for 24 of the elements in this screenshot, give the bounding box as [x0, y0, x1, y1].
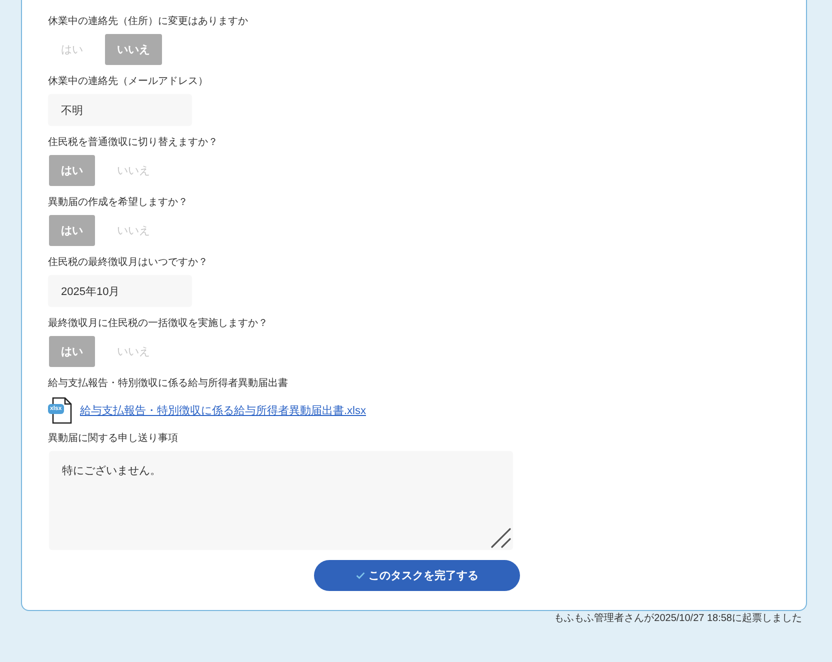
check-icon [356, 572, 364, 579]
question-label: 休業中の連絡先（住所）に変更はありますか [48, 15, 249, 29]
created-by-note: もふもふ管理者さんが2025/10/27 18:58に起票しました [553, 612, 803, 625]
question-label: 異動届に関する申し送り事項 [48, 432, 179, 446]
option-button[interactable]: はい [49, 215, 95, 246]
option-button[interactable]: はい [49, 155, 95, 186]
option-button[interactable]: いいえ [105, 336, 162, 367]
question-label: 住民税の最終徴収月はいつですか？ [48, 256, 209, 270]
question-label: 住民税を普通徴収に切り替えますか？ [48, 136, 219, 150]
question-label: 休業中の連絡先（メールアドレス） [48, 75, 209, 89]
notes-field[interactable]: 特にございません。 [49, 451, 513, 550]
option-button[interactable]: いいえ [105, 155, 162, 186]
question-label: 異動届の作成を希望しますか？ [48, 196, 189, 210]
complete-task-button[interactable]: このタスクを完了する [314, 560, 520, 591]
option-button[interactable]: いいえ [105, 34, 162, 65]
option-button[interactable]: はい [49, 336, 95, 367]
option-button[interactable]: はい [49, 34, 95, 65]
file-link[interactable]: 給与支払報告・特別徴収に係る給与所得者異動届出書.xlsx [80, 402, 366, 418]
question-label: 最終徴収月に住民税の一括徴収を実施しますか？ [48, 317, 269, 331]
resize-handle-icon [491, 528, 511, 548]
question-label: 給与支払報告・特別徴収に係る給与所得者異動届出書 [48, 377, 289, 391]
text-field[interactable]: 2025年10月 [48, 275, 192, 307]
text-field[interactable]: 不明 [48, 94, 192, 126]
option-button[interactable]: いいえ [105, 215, 162, 246]
